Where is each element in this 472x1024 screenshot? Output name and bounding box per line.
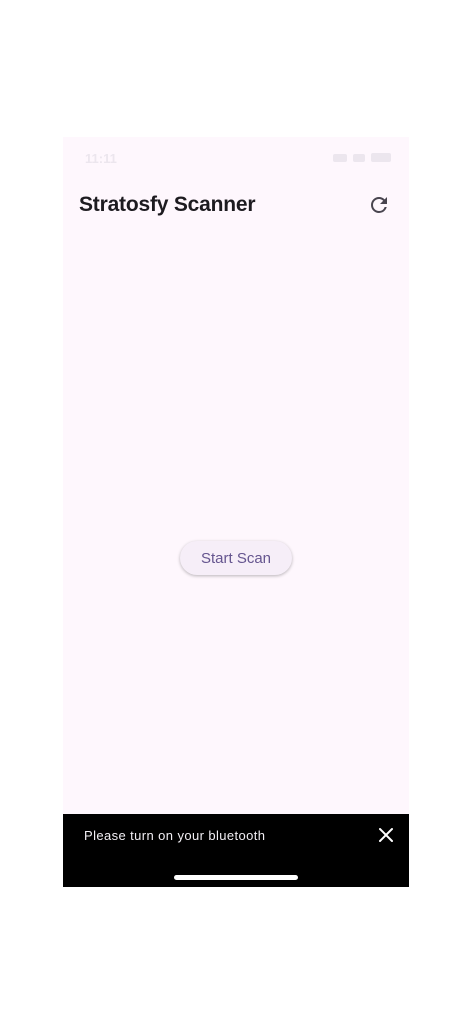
- refresh-icon: [371, 197, 387, 213]
- status-time: 11:11: [85, 151, 117, 166]
- app-bar: Stratosfy Scanner: [63, 181, 409, 237]
- snackbar: Please turn on your bluetooth: [63, 814, 409, 887]
- close-icon: [379, 828, 393, 842]
- app-screen: 11:11 Stratosfy Scanner Start Scan Pleas…: [63, 137, 409, 887]
- status-bar: 11:11: [63, 137, 409, 181]
- home-indicator: [174, 875, 298, 880]
- snackbar-message: Please turn on your bluetooth: [84, 828, 266, 843]
- page-title: Stratosfy Scanner: [79, 193, 256, 216]
- refresh-button[interactable]: [363, 189, 395, 221]
- signal-icon: [333, 153, 347, 162]
- snackbar-close-button[interactable]: [375, 824, 397, 846]
- wifi-icon: [353, 153, 365, 162]
- status-icons: [333, 153, 391, 162]
- start-scan-button[interactable]: Start Scan: [180, 541, 292, 575]
- battery-icon: [371, 153, 391, 162]
